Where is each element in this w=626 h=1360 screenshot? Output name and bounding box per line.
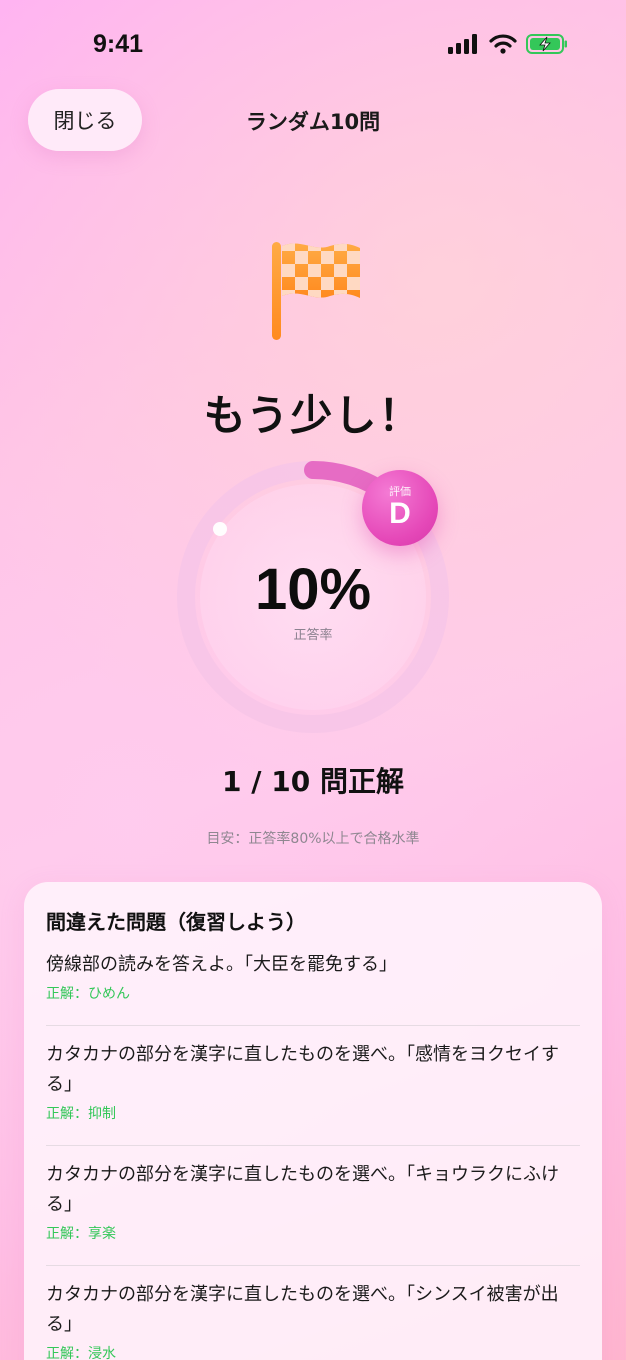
grade-badge: 評価 D — [362, 470, 438, 546]
checkered-flag-icon — [272, 242, 360, 340]
review-question: カタカナの部分を漢字に直したものを選べ。「キョウラクにふける」 — [46, 1164, 559, 1215]
review-item[interactable]: カタカナの部分を漢字に直したものを選べ。「キョウラクにふける」 正解：享楽 — [46, 1160, 580, 1244]
review-item[interactable]: 傍線部の読みを答えよ。「大臣を罷免する」 正解：ひめん — [46, 950, 580, 1004]
guide-text: 目安：正答率80%以上で合格水準 — [206, 831, 420, 847]
nav-title: ランダム10問 — [245, 110, 381, 134]
review-answer: 正解：享楽 — [46, 1226, 116, 1242]
cellular-signal-icon — [448, 34, 477, 54]
review-answer: 正解：ひめん — [46, 986, 130, 1002]
review-answer: 正解：浸水 — [46, 1346, 116, 1360]
review-card: 間違えた問題（復習しよう） 傍線部の読みを答えよ。「大臣を罷免する」 正解：ひめ… — [24, 882, 602, 1360]
wifi-icon — [489, 34, 517, 54]
accuracy-label: 正答率 — [293, 628, 333, 643]
battery-charging-icon — [526, 34, 567, 54]
review-question: 傍線部の読みを答えよ。「大臣を罷免する」 — [46, 954, 397, 975]
review-title: 間違えた問題（復習しよう） — [46, 910, 306, 934]
review-item[interactable]: カタカナの部分を漢字に直したものを選べ。「感情をヨクセイする」 正解：抑制 — [46, 1040, 580, 1124]
divider — [46, 1025, 580, 1026]
review-item[interactable]: カタカナの部分を漢字に直したものを選べ。「シンスイ被害が出る」 正解：浸水 — [46, 1280, 580, 1360]
divider — [46, 1265, 580, 1266]
review-answer: 正解：抑制 — [46, 1106, 116, 1122]
grade-value: D — [389, 497, 411, 530]
divider — [46, 1145, 580, 1146]
status-time: 9:41 — [93, 30, 144, 58]
review-question: カタカナの部分を漢字に直したものを選べ。「シンスイ被害が出る」 — [46, 1284, 559, 1335]
ring-highlight-dot — [213, 522, 227, 536]
review-question: カタカナの部分を漢字に直したものを選べ。「感情をヨクセイする」 — [46, 1044, 559, 1095]
score-text: 1 / 10 問正解 — [222, 765, 404, 798]
accuracy-percent: 10% — [254, 557, 372, 622]
result-message: もう少し！ — [203, 391, 423, 440]
status-bar: 9:41 — [0, 0, 626, 90]
status-icons — [448, 34, 568, 54]
